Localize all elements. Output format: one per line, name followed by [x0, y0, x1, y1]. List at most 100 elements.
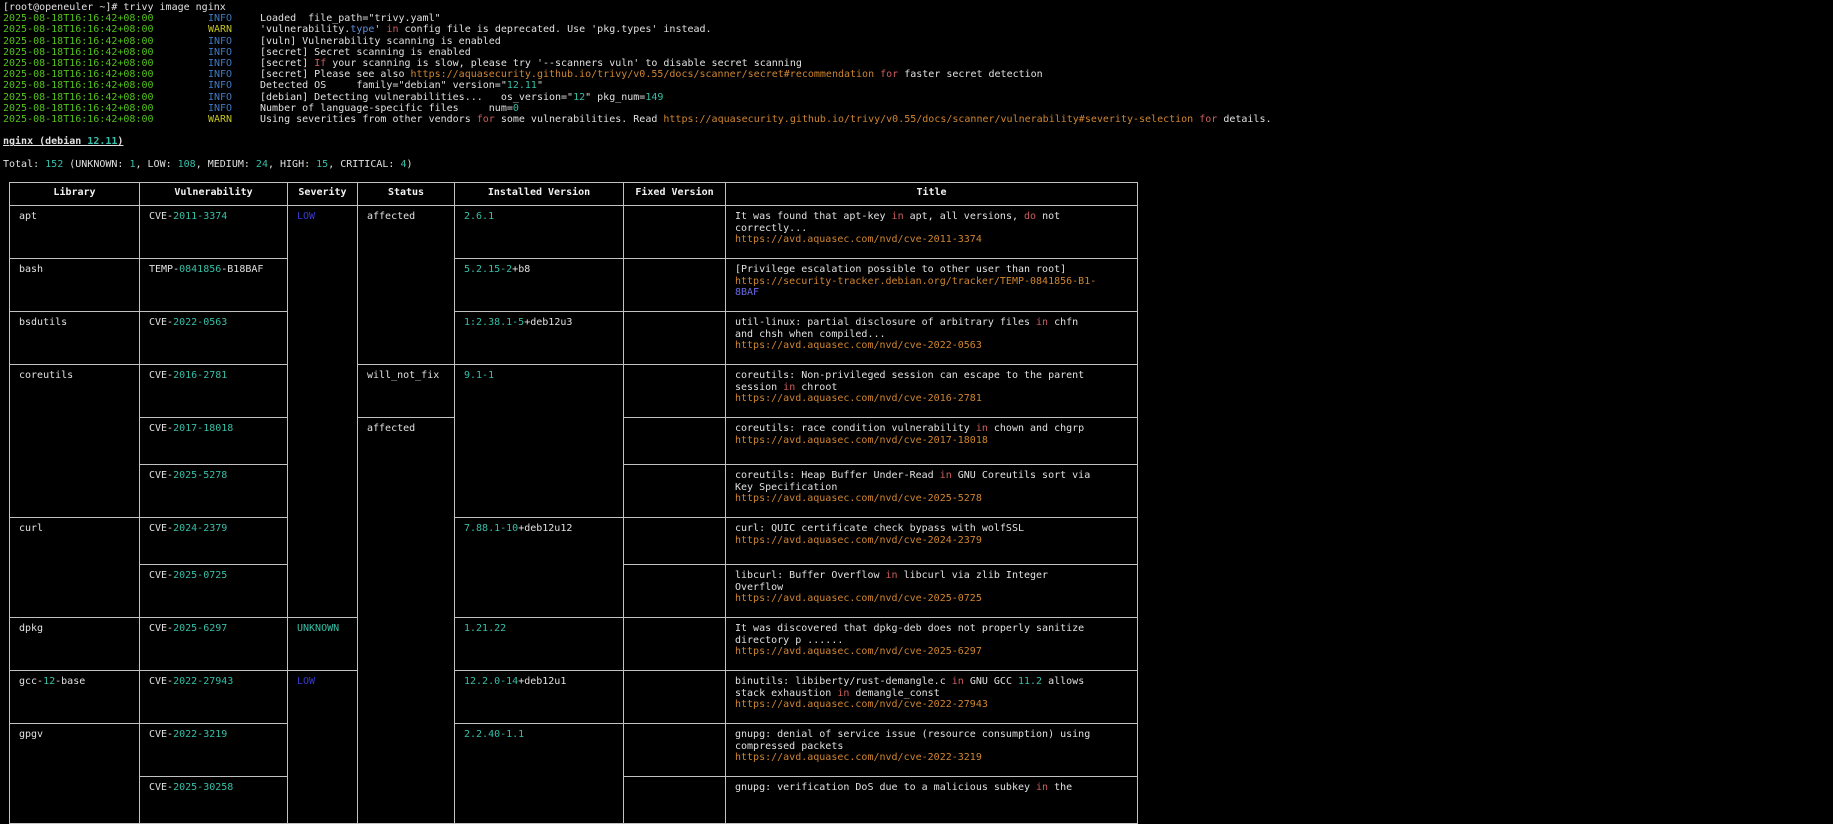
fixed-version-cell: [624, 777, 726, 824]
column-header: Fixed Version: [624, 183, 726, 206]
library-cell: bash: [10, 259, 140, 312]
title-cell: It was discovered that dpkg-deb does not…: [726, 618, 1138, 671]
table-row: gpgvCVE-2022-32192.2.40-1.1gnupg: denial…: [10, 724, 1138, 777]
table-row: dpkgCVE-2025-6297UNKNOWN1.21.22It was di…: [10, 618, 1138, 671]
vulnerability-cell: CVE-2025-30258: [140, 777, 288, 824]
vulnerability-cell: CVE-2017-18018: [140, 418, 288, 465]
log-level-badge: INFO: [208, 103, 260, 114]
fixed-version-cell: [624, 518, 726, 565]
url-link[interactable]: https://avd.aquasec.com/nvd/cve-2025-072…: [735, 593, 982, 604]
log-timestamp: 2025-08-18T16:16:42+08:00: [3, 92, 208, 103]
severity-cell: LOW: [288, 671, 358, 824]
title-cell: coreutils: race condition vulnerability …: [726, 418, 1138, 465]
title-cell: libcurl: Buffer Overflow in libcurl via …: [726, 565, 1138, 618]
log-level-badge: INFO: [208, 47, 260, 58]
vulnerability-cell: CVE-2016-2781: [140, 365, 288, 418]
installed-version-cell: 1:2.38.1-5+deb12u3: [455, 312, 624, 365]
title-cell: coreutils: Non-privileged session can es…: [726, 365, 1138, 418]
log-line: 2025-08-18T16:16:42+08:00INFO[secret] If…: [3, 58, 1833, 69]
vulnerability-cell: CVE-2025-6297: [140, 618, 288, 671]
url-link[interactable]: https://avd.aquasec.com/nvd/cve-2022-321…: [735, 752, 982, 763]
library-cell: gpgv: [10, 724, 140, 824]
log-timestamp: 2025-08-18T16:16:42+08:00: [3, 114, 208, 125]
table-row: curlCVE-2024-23797.88.1-10+deb12u12curl:…: [10, 518, 1138, 565]
installed-version-cell: 12.2.0-14+deb12u1: [455, 671, 624, 724]
title-cell: util-linux: partial disclosure of arbitr…: [726, 312, 1138, 365]
url-link[interactable]: 8BAF: [735, 287, 759, 298]
library-cell: dpkg: [10, 618, 140, 671]
vulnerability-cell: CVE-2024-2379: [140, 518, 288, 565]
url-link[interactable]: https://aquasecurity.github.io/trivy/v0.…: [663, 114, 1193, 125]
table-row: bsdutilsCVE-2022-05631:2.38.1-5+deb12u3u…: [10, 312, 1138, 365]
log-message: [secret] Secret scanning is enabled: [260, 47, 471, 58]
log-line: 2025-08-18T16:16:42+08:00INFOLoaded file…: [3, 13, 1833, 24]
fixed-version-cell: [624, 465, 726, 518]
log-line: 2025-08-18T16:16:42+08:00WARNUsing sever…: [3, 114, 1833, 125]
log-level-badge: INFO: [208, 69, 260, 80]
fixed-version-cell: [624, 365, 726, 418]
url-link[interactable]: https://avd.aquasec.com/nvd/cve-2022-279…: [735, 699, 988, 710]
log-timestamp: 2025-08-18T16:16:42+08:00: [3, 80, 208, 91]
log-level-badge: INFO: [208, 80, 260, 91]
status-cell: affected: [358, 418, 455, 824]
url-link[interactable]: https://avd.aquasec.com/nvd/cve-2024-237…: [735, 535, 982, 546]
log-message: [secret] Please see also https://aquasec…: [260, 69, 1043, 80]
log-timestamp: 2025-08-18T16:16:42+08:00: [3, 103, 208, 114]
log-message: [vuln] Vulnerability scanning is enabled: [260, 36, 501, 47]
log-line: 2025-08-18T16:16:42+08:00INFODetected OS…: [3, 80, 1833, 91]
table-header-row: LibraryVulnerabilitySeverityStatusInstal…: [10, 183, 1138, 206]
column-header: Title: [726, 183, 1138, 206]
url-link[interactable]: https://security-tracker.debian.org/trac…: [735, 276, 1096, 287]
installed-version-cell: 5.2.15-2+b8: [455, 259, 624, 312]
log-level-badge: INFO: [208, 13, 260, 24]
table-row: aptCVE-2011-3374LOWaffected2.6.1It was f…: [10, 206, 1138, 259]
title-cell: [Privilege escalation possible to other …: [726, 259, 1138, 312]
trivy-log-output: 2025-08-18T16:16:42+08:00INFOLoaded file…: [3, 13, 1833, 125]
log-message: [debian] Detecting vulnerabilities... os…: [260, 92, 663, 103]
log-timestamp: 2025-08-18T16:16:42+08:00: [3, 69, 208, 80]
title-cell: gnupg: verification DoS due to a malicio…: [726, 777, 1138, 824]
url-link[interactable]: https://avd.aquasec.com/nvd/cve-2025-629…: [735, 646, 982, 657]
log-level-badge: INFO: [208, 36, 260, 47]
title-cell: It was found that apt-key in apt, all ve…: [726, 206, 1138, 259]
log-level-badge: INFO: [208, 92, 260, 103]
installed-version-cell: 7.88.1-10+deb12u12: [455, 518, 624, 618]
fixed-version-cell: [624, 259, 726, 312]
vulnerability-total-summary: Total: 152 (UNKNOWN: 1, LOW: 108, MEDIUM…: [3, 159, 1833, 170]
installed-version-cell: 2.2.40-1.1: [455, 724, 624, 824]
url-link[interactable]: https://avd.aquasec.com/nvd/cve-2022-056…: [735, 340, 982, 351]
url-link[interactable]: https://avd.aquasec.com/nvd/cve-2016-278…: [735, 393, 982, 404]
status-cell: affected: [358, 206, 455, 365]
url-link[interactable]: https://avd.aquasec.com/nvd/cve-2025-527…: [735, 493, 982, 504]
vulnerability-cell: CVE-2011-3374: [140, 206, 288, 259]
terminal-window[interactable]: [root@openeuler ~]# trivy image nginx 20…: [0, 0, 1833, 824]
vulnerability-cell: TEMP-0841856-B18BAF: [140, 259, 288, 312]
library-cell: apt: [10, 206, 140, 259]
log-level-badge: WARN: [208, 114, 260, 125]
severity-cell: LOW: [288, 206, 358, 618]
log-timestamp: 2025-08-18T16:16:42+08:00: [3, 36, 208, 47]
installed-version-cell: 9.1-1: [455, 365, 624, 518]
url-link[interactable]: https://avd.aquasec.com/nvd/cve-2017-180…: [735, 435, 988, 446]
log-line: 2025-08-18T16:16:42+08:00INFO[secret] Se…: [3, 47, 1833, 58]
table-row: bashTEMP-0841856-B18BAF 5.2.15-2+b8 [Privi…: [10, 259, 1138, 312]
installed-version-cell: 2.6.1: [455, 206, 624, 259]
fixed-version-cell: [624, 724, 726, 777]
severity-cell: UNKNOWN: [288, 618, 358, 671]
log-timestamp: 2025-08-18T16:16:42+08:00: [3, 58, 208, 69]
url-link[interactable]: https://aquasecurity.github.io/trivy/v0.…: [411, 69, 875, 80]
column-header: Vulnerability: [140, 183, 288, 206]
title-cell: binutils: libiberty/rust-demangle.c in G…: [726, 671, 1138, 724]
fixed-version-cell: [624, 565, 726, 618]
library-cell: curl: [10, 518, 140, 618]
shell-prompt: [root@openeuler ~]# trivy image nginx: [3, 2, 1833, 13]
column-header: Installed Version: [455, 183, 624, 206]
log-timestamp: 2025-08-18T16:16:42+08:00: [3, 47, 208, 58]
library-cell: coreutils: [10, 365, 140, 518]
table-row: gcc-12-baseCVE-2022-27943LOW12.2.0-14+de…: [10, 671, 1138, 724]
url-link[interactable]: https://avd.aquasec.com/nvd/cve-2011-337…: [735, 234, 982, 245]
fixed-version-cell: [624, 206, 726, 259]
title-cell: gnupg: denial of service issue (resource…: [726, 724, 1138, 777]
log-message: Using severities from other vendors for …: [260, 114, 1271, 125]
fixed-version-cell: [624, 312, 726, 365]
